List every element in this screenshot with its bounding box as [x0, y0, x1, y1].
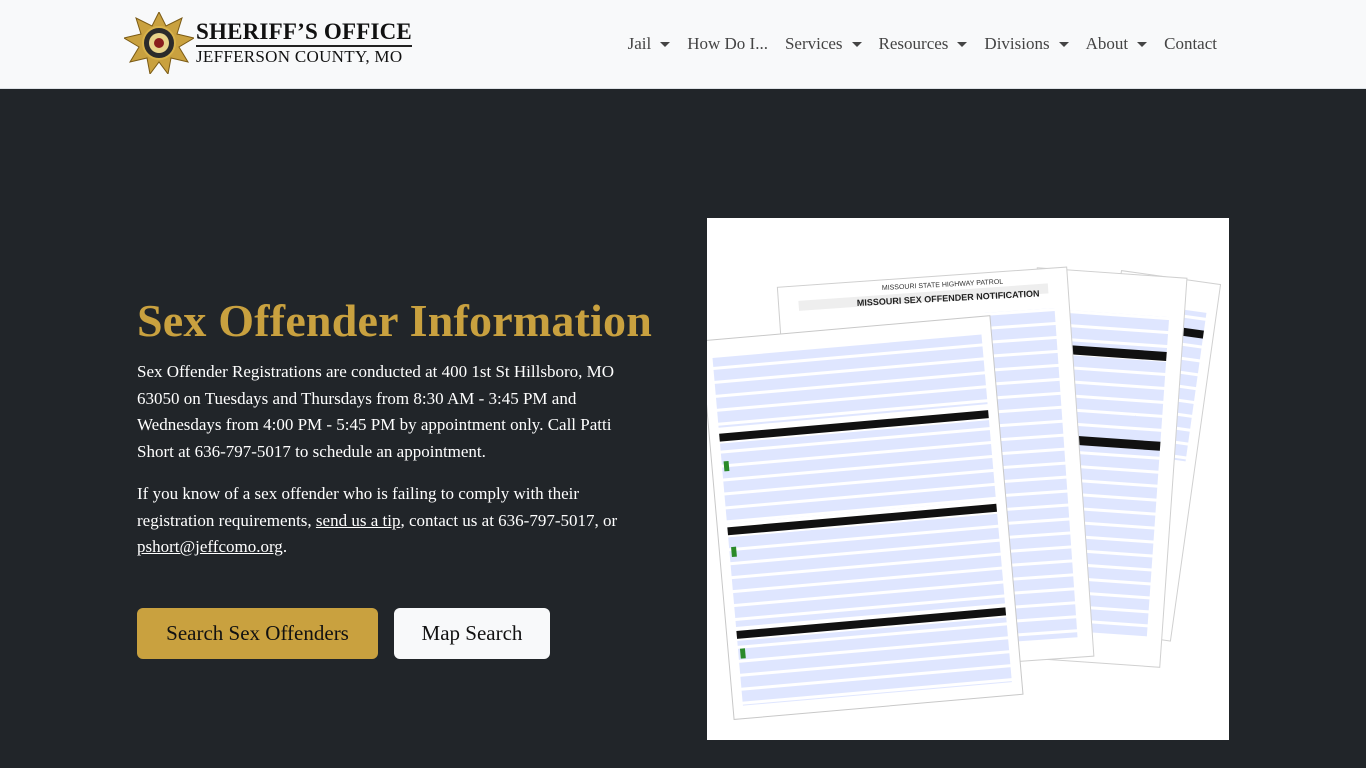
nav-about-label: About: [1085, 34, 1129, 53]
email-link[interactable]: pshort@jeffcomo.org: [137, 537, 283, 556]
chevron-down-icon: [660, 41, 671, 47]
nav-divisions-label: Divisions: [984, 34, 1050, 53]
chevron-down-icon: [851, 41, 862, 47]
chevron-down-icon: [1058, 41, 1069, 47]
main-nav: Jail How Do I... Services Resources Divi…: [628, 30, 1217, 58]
brand-logo-link[interactable]: SHERIFF’S OFFICE JEFFERSON COUNTY, MO: [122, 10, 412, 76]
nav-contact[interactable]: Contact: [1164, 34, 1217, 54]
send-tip-link[interactable]: send us a tip: [316, 511, 401, 530]
chevron-down-icon: [957, 41, 968, 47]
map-search-button[interactable]: Map Search: [394, 608, 550, 659]
nav-resources-label: Resources: [878, 34, 949, 53]
tip-info-text: If you know of a sex offender who is fai…: [137, 481, 642, 561]
search-sex-offenders-button[interactable]: Search Sex Offenders: [137, 608, 378, 659]
nav-services[interactable]: Services: [785, 34, 862, 54]
page-title: Sex Offender Information: [137, 295, 653, 346]
tip-text-end: .: [282, 537, 288, 556]
nav-divisions[interactable]: Divisions: [984, 34, 1069, 54]
tip-text-middle: , contact us at 636-797-5017, or: [400, 510, 618, 530]
registration-info-text: Sex Offender Registrations are conducted…: [137, 362, 615, 461]
nav-how-do-i-label: How Do I...: [687, 34, 768, 53]
nav-jail[interactable]: Jail: [628, 34, 671, 54]
brand-title: SHERIFF’S OFFICE: [196, 19, 412, 47]
nav-about[interactable]: About: [1086, 34, 1148, 54]
nav-services-label: Services: [784, 34, 843, 53]
nav-jail-label: Jail: [627, 34, 652, 53]
nav-resources[interactable]: Resources: [879, 34, 968, 54]
sheriff-star-badge-icon: [122, 10, 196, 76]
brand-subtitle: JEFFERSON COUNTY, MO: [196, 46, 403, 66]
nav-how-do-i[interactable]: How Do I...: [687, 34, 768, 54]
navbar: SHERIFF’S OFFICE JEFFERSON COUNTY, MO Ja…: [0, 0, 1366, 89]
nav-contact-label: Contact: [1164, 34, 1217, 53]
front-form-page: [700, 315, 1024, 721]
sex-offender-forms-image: MISSOURI STATE HIGHWAY PATROL MISSOURI S…: [700, 218, 1229, 740]
chevron-down-icon: [1137, 41, 1148, 47]
